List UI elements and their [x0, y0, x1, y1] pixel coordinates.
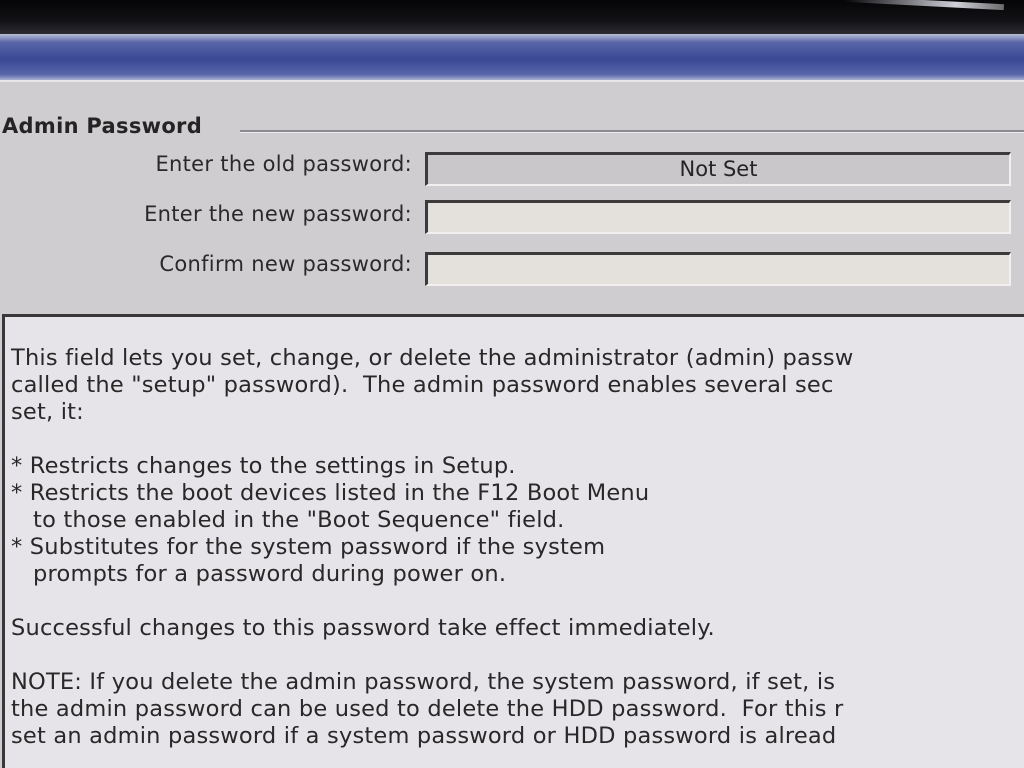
old-password-field: Not Set	[425, 152, 1011, 186]
help-bullet-line: to those enabled in the "Boot Sequence" …	[11, 507, 565, 533]
confirm-password-label: Confirm new password:	[159, 252, 412, 276]
help-bullet-line: * Restricts changes to the settings in S…	[11, 453, 516, 479]
old-password-label: Enter the old password:	[155, 152, 412, 176]
screen-glare	[843, 0, 1005, 11]
help-text-panel: This field lets you set, change, or dele…	[2, 314, 1024, 768]
help-note-line: NOTE: If you delete the admin password, …	[11, 669, 836, 695]
help-bullet-line: prompts for a password during power on.	[11, 561, 507, 587]
new-password-row: Enter the new password:	[0, 200, 1024, 240]
old-password-row: Enter the old password: Not Set	[0, 150, 1024, 190]
group-box-rule	[240, 130, 1024, 133]
bios-setup-screen: Admin Password Enter the old password: N…	[0, 34, 1024, 768]
confirm-password-row: Confirm new password:	[0, 250, 1024, 290]
help-effect-line: Successful changes to this password take…	[11, 615, 715, 641]
help-note-line: the admin password can be used to delete…	[11, 696, 844, 722]
title-bar	[0, 34, 1024, 80]
new-password-label: Enter the new password:	[144, 202, 412, 226]
title-bar-divider	[0, 80, 1024, 82]
help-intro-line: called the "setup" password). The admin …	[11, 372, 834, 398]
help-bullet-line: * Substitutes for the system password if…	[11, 534, 606, 560]
confirm-password-input[interactable]	[425, 252, 1011, 286]
help-note-line: set an admin password if a system passwo…	[11, 723, 837, 749]
admin-password-group-title: Admin Password	[2, 114, 207, 138]
help-intro-line: set, it:	[11, 399, 84, 425]
help-bullet-line: * Restricts the boot devices listed in t…	[11, 480, 650, 506]
new-password-input[interactable]	[425, 200, 1011, 234]
help-intro-line: This field lets you set, change, or dele…	[11, 345, 854, 371]
monitor-bezel	[0, 0, 1024, 34]
